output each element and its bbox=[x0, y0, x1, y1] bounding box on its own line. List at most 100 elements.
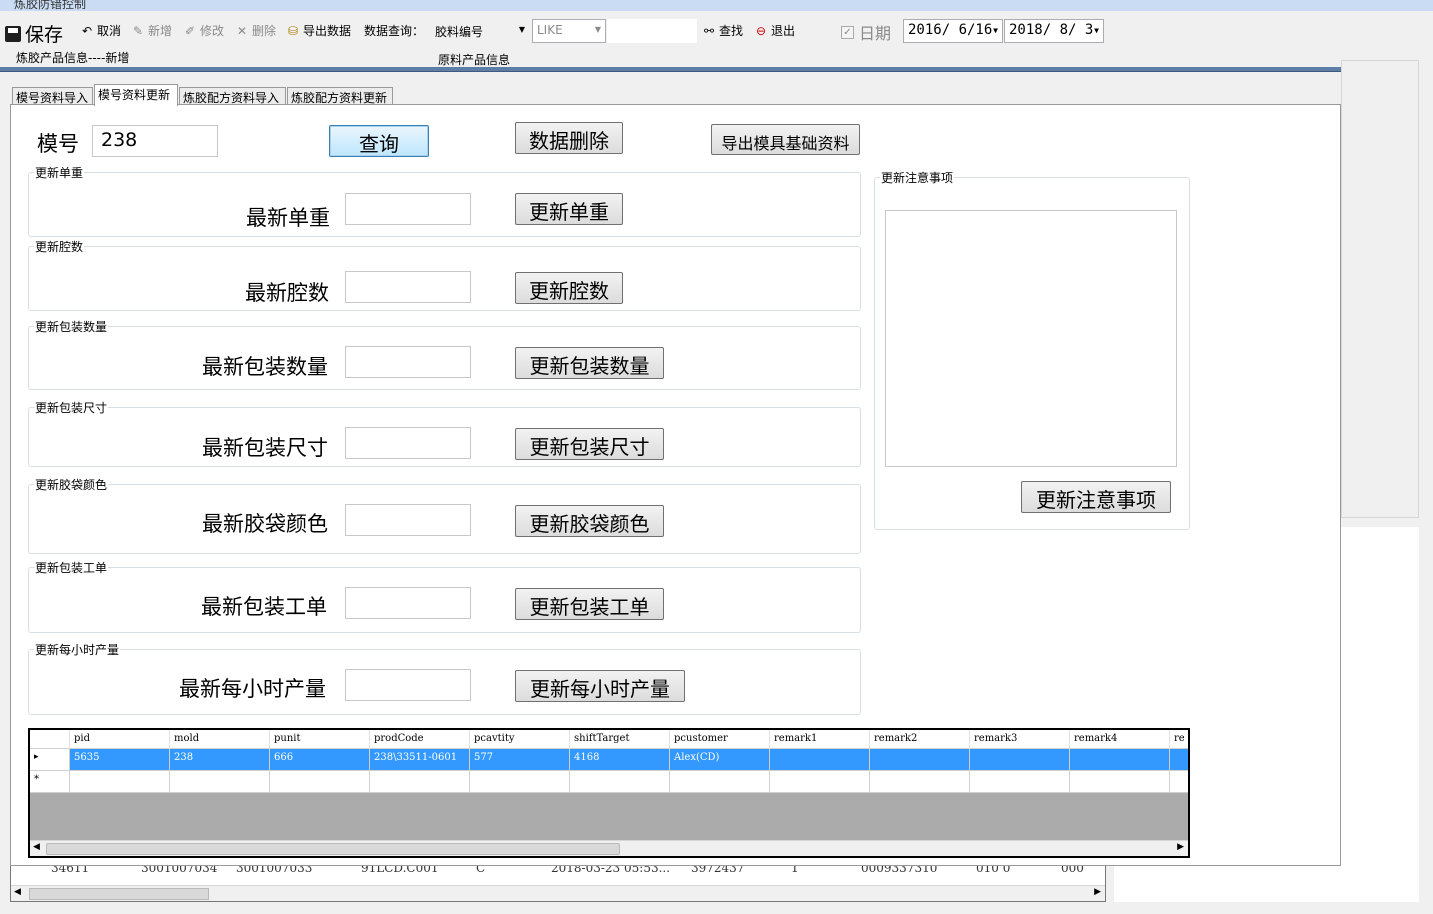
column-header[interactable]: remark3 bbox=[970, 730, 1070, 749]
mold-data-grid[interactable]: pid mold punit prodCode pcavtity shiftTa… bbox=[28, 728, 1190, 858]
table-cell[interactable] bbox=[470, 771, 570, 793]
column-header[interactable]: prodCode bbox=[370, 730, 470, 749]
update-weight-button[interactable]: 更新单重 bbox=[515, 193, 623, 225]
latest-bag-color-label: 最新胶袋颜色 bbox=[202, 512, 328, 536]
tab-mold-update[interactable]: 模号资料更新 bbox=[94, 84, 178, 106]
update-cavity-group-title: 更新腔数 bbox=[34, 238, 85, 255]
column-header[interactable]: shiftTarget bbox=[570, 730, 670, 749]
column-header[interactable]: remark1 bbox=[770, 730, 870, 749]
field-select[interactable]: 胶料编号 ▼ bbox=[430, 19, 530, 43]
column-header[interactable]: remark2 bbox=[870, 730, 970, 749]
column-header[interactable]: punit bbox=[270, 730, 370, 749]
latest-bag-color-input[interactable] bbox=[345, 504, 471, 536]
date-filter: ✓ 日期 bbox=[841, 20, 891, 44]
edit-icon: ✐ bbox=[184, 23, 196, 38]
table-cell[interactable] bbox=[370, 771, 470, 793]
column-header[interactable]: remark4 bbox=[1070, 730, 1170, 749]
table-cell[interactable]: Alex(CD) bbox=[670, 749, 770, 771]
table-cell[interactable]: 238\33511-0601 bbox=[370, 749, 470, 771]
update-pack-qty-group-title: 更新包装数量 bbox=[34, 318, 109, 335]
table-cell[interactable] bbox=[970, 749, 1070, 771]
update-bag-color-button[interactable]: 更新胶袋颜色 bbox=[515, 505, 664, 537]
export-mold-button[interactable]: 导出模具基础资料 bbox=[711, 124, 860, 155]
table-cell[interactable]: 577 bbox=[470, 749, 570, 771]
table-cell[interactable] bbox=[970, 771, 1070, 793]
table-cell[interactable]: 4168 bbox=[570, 749, 670, 771]
delete-data-button[interactable]: 数据删除 bbox=[515, 122, 623, 154]
latest-pack-order-label: 最新包装工单 bbox=[201, 595, 327, 619]
table-cell[interactable] bbox=[170, 771, 270, 793]
table-cell[interactable] bbox=[1070, 749, 1170, 771]
add-button[interactable]: ✎ 新增 bbox=[131, 22, 172, 39]
table-cell[interactable] bbox=[870, 771, 970, 793]
update-cavity-button[interactable]: 更新腔数 bbox=[515, 272, 623, 304]
table-row[interactable]: ▸ 5635 238 666 238\33511-0601 577 4168 A… bbox=[30, 749, 1188, 771]
date-to-picker[interactable]: 2018/ 8/ 3 ▼ bbox=[1004, 19, 1104, 43]
update-hourly-output-button[interactable]: 更新每小时产量 bbox=[515, 670, 685, 702]
latest-hourly-output-input[interactable] bbox=[345, 669, 471, 701]
latest-weight-input[interactable] bbox=[345, 193, 471, 225]
grid-scroll-thumb[interactable] bbox=[46, 843, 620, 855]
update-pack-size-button[interactable]: 更新包装尺寸 bbox=[515, 428, 664, 460]
latest-cavity-input[interactable] bbox=[345, 271, 471, 303]
table-cell[interactable] bbox=[670, 771, 770, 793]
table-cell[interactable] bbox=[1170, 771, 1188, 793]
operator-select-value: LIKE bbox=[537, 23, 563, 37]
latest-hourly-output-label: 最新每小时产量 bbox=[179, 677, 326, 701]
grid-horizontal-scrollbar[interactable]: ◀ ▶ bbox=[30, 840, 1188, 856]
edit-button[interactable]: ✐ 修改 bbox=[183, 22, 224, 39]
table-cell[interactable] bbox=[770, 749, 870, 771]
table-cell[interactable] bbox=[1070, 771, 1170, 793]
column-header[interactable]: re bbox=[1170, 730, 1188, 749]
export-button[interactable]: ⛁ 导出数据 bbox=[286, 22, 351, 39]
toolbar: 保存 ↶ 取消 ✎ 新增 ✐ 修改 ✕ 删除 ⛁ 导出数据 数据查询： 胶料编号… bbox=[0, 12, 1433, 46]
save-label: 保存 bbox=[25, 24, 64, 46]
exit-button[interactable]: ⊖ 退出 bbox=[754, 22, 795, 39]
tab-formula-import[interactable]: 炼胶配方资料导入 bbox=[179, 87, 286, 105]
table-cell[interactable] bbox=[270, 771, 370, 793]
update-notes-button[interactable]: 更新注意事项 bbox=[1021, 481, 1171, 513]
field-select-value: 胶料编号 bbox=[435, 25, 484, 39]
column-header[interactable]: pid bbox=[70, 730, 170, 749]
operator-select[interactable]: LIKE ▼ bbox=[532, 19, 606, 43]
table-cell[interactable] bbox=[570, 771, 670, 793]
table-cell[interactable] bbox=[70, 771, 170, 793]
latest-pack-size-input[interactable] bbox=[345, 427, 471, 459]
cancel-button[interactable]: ↶ 取消 bbox=[80, 22, 121, 39]
query-value-input[interactable] bbox=[607, 19, 697, 43]
update-pack-order-button[interactable]: 更新包装工单 bbox=[515, 588, 664, 620]
tab-mold-import[interactable]: 模号资料导入 bbox=[12, 87, 93, 105]
tab-formula-update[interactable]: 炼胶配方资料更新 bbox=[287, 87, 393, 105]
update-pack-qty-button[interactable]: 更新包装数量 bbox=[515, 347, 664, 379]
query-button[interactable]: 查询 bbox=[329, 125, 429, 157]
table-cell[interactable] bbox=[770, 771, 870, 793]
scroll-right-icon[interactable]: ▶ bbox=[1177, 842, 1184, 852]
date-checkbox[interactable]: ✓ bbox=[841, 25, 854, 39]
exit-icon: ⊖ bbox=[755, 23, 767, 38]
new-row[interactable]: * bbox=[30, 771, 1188, 793]
find-button[interactable]: ⚯ 查找 bbox=[702, 22, 743, 39]
chevron-down-icon: ▼ bbox=[518, 25, 525, 34]
bg-cell: C bbox=[476, 866, 486, 875]
table-cell[interactable] bbox=[870, 749, 970, 771]
column-header[interactable]: mold bbox=[170, 730, 270, 749]
table-cell[interactable]: 238 bbox=[170, 749, 270, 771]
delete-button[interactable]: ✕ 删除 bbox=[235, 22, 276, 39]
notes-textarea[interactable] bbox=[885, 210, 1177, 467]
save-button[interactable]: 保存 bbox=[5, 20, 63, 47]
mold-input[interactable]: 238 bbox=[92, 125, 218, 157]
latest-pack-qty-input[interactable] bbox=[345, 346, 471, 378]
background-data-grid: 34611 3001007034 3001007033 91LCD.C001 C… bbox=[10, 866, 1106, 902]
latest-pack-order-input[interactable] bbox=[345, 587, 471, 619]
date-from-picker[interactable]: 2016/ 6/16 ▼ bbox=[903, 19, 1003, 43]
table-cell[interactable]: 666 bbox=[270, 749, 370, 771]
column-header[interactable]: pcustomer bbox=[670, 730, 770, 749]
export-label: 导出数据 bbox=[303, 24, 352, 38]
scroll-left-icon[interactable]: ◀ bbox=[33, 842, 40, 852]
current-row-indicator[interactable]: ▸ bbox=[30, 749, 70, 771]
table-cell[interactable] bbox=[1170, 749, 1188, 771]
bg-cell: 010 0 bbox=[976, 866, 1011, 875]
column-header[interactable]: pcavtity bbox=[470, 730, 570, 749]
table-cell[interactable]: 5635 bbox=[70, 749, 170, 771]
background-horizontal-scrollbar: ◀ ▶ bbox=[11, 885, 1105, 901]
